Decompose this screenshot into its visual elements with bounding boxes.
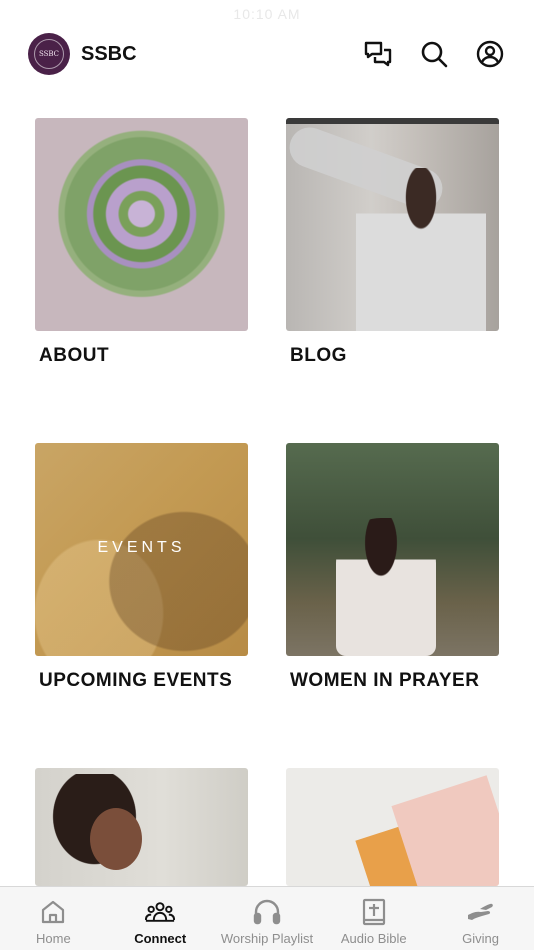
notebooks-image <box>286 768 499 886</box>
app-header: SSBC SSBC <box>28 32 506 76</box>
prayer-image <box>286 443 499 656</box>
tab-label: Connect <box>134 931 187 946</box>
tab-home[interactable]: Home <box>0 887 107 950</box>
home-icon <box>38 897 68 927</box>
profile-icon[interactable] <box>474 38 506 70</box>
header-actions <box>362 38 506 70</box>
tile-label: WOMEN IN PRAYER <box>290 670 480 691</box>
church-logo[interactable]: SSBC <box>28 33 70 75</box>
tile-upcoming-events[interactable]: EVENTS UPCOMING EVENTS <box>35 443 248 692</box>
headphones-icon <box>252 897 282 927</box>
tab-audio-bible[interactable]: Audio Bible <box>320 887 427 950</box>
blog-image <box>286 118 499 331</box>
bible-icon <box>359 897 389 927</box>
tile-label: BLOG <box>290 345 347 366</box>
tile-women-in-prayer[interactable]: WOMEN IN PRAYER <box>286 443 499 692</box>
tile-5[interactable] <box>35 768 248 886</box>
bottom-tab-bar: Home Connect Worship Playlist Audio Bibl… <box>0 886 534 950</box>
tile-blog[interactable]: BLOG <box>286 118 499 367</box>
app-title: SSBC <box>81 42 137 65</box>
tile-about[interactable]: ABOUT <box>35 118 248 367</box>
tile-label: UPCOMING EVENTS <box>39 670 233 691</box>
about-image <box>35 118 248 331</box>
events-overlay-text: EVENTS <box>97 539 186 556</box>
tab-label: Audio Bible <box>340 931 407 946</box>
logo-text: SSBC <box>34 39 64 69</box>
smiling-woman-image <box>35 768 248 886</box>
tab-connect[interactable]: Connect <box>107 887 214 950</box>
tile-label: ABOUT <box>39 345 110 366</box>
tab-giving[interactable]: Giving <box>427 887 534 950</box>
search-icon[interactable] <box>418 38 450 70</box>
giving-hand-icon <box>466 897 496 927</box>
chat-icon[interactable] <box>362 38 394 70</box>
people-icon <box>145 897 176 927</box>
tab-worship-playlist[interactable]: Worship Playlist <box>214 887 321 950</box>
tile-6[interactable] <box>286 768 499 886</box>
tab-label: Home <box>36 931 71 946</box>
events-image: EVENTS <box>35 443 248 656</box>
status-time: 10:10 AM <box>233 6 301 22</box>
tab-label: Worship Playlist <box>220 931 314 946</box>
tab-label: Giving <box>462 931 500 946</box>
